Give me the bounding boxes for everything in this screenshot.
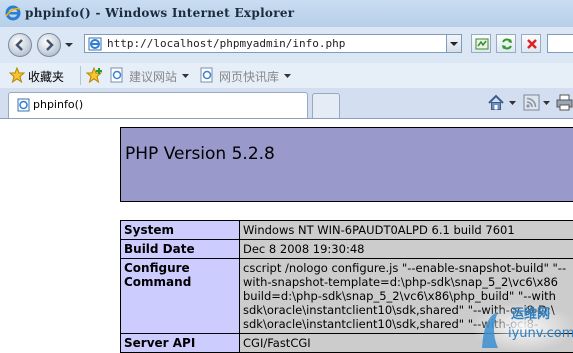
chevron-down-icon bbox=[447, 35, 461, 52]
row-value: Windows NT WIN-6PAUDT0ALPD 6.1 build 760… bbox=[240, 221, 573, 240]
back-arrow-icon bbox=[13, 38, 27, 52]
tab-phpinfo[interactable]: phpinfo() bbox=[8, 92, 308, 118]
title-bar: phpinfo() - Windows Internet Explorer bbox=[0, 0, 573, 27]
address-url: http://localhost/phpmyadmin/info.php bbox=[107, 37, 345, 50]
table-row: Build Date Dec 8 2008 19:30:48 bbox=[121, 240, 573, 259]
home-icon[interactable] bbox=[487, 94, 505, 112]
refresh-icon bbox=[500, 37, 514, 51]
watermark-url: iyunv.com bbox=[508, 326, 573, 341]
forward-button[interactable] bbox=[37, 33, 61, 57]
divider bbox=[80, 66, 81, 85]
search-input[interactable] bbox=[547, 34, 573, 53]
address-bar[interactable]: http://localhost/phpmyadmin/info.php bbox=[84, 34, 462, 53]
feeds-icon[interactable] bbox=[523, 94, 540, 111]
row-key: Server API bbox=[121, 334, 240, 353]
suggested-sites-icon bbox=[109, 67, 125, 83]
chevron-down-icon[interactable] bbox=[543, 101, 550, 106]
table-row: System Windows NT WIN-6PAUDT0ALPD 6.1 bu… bbox=[121, 221, 573, 240]
php-header: PHP Version 5.2.8 bbox=[120, 127, 573, 202]
php-version-title: PHP Version 5.2.8 bbox=[125, 144, 275, 164]
web-slice-gallery-icon bbox=[199, 67, 215, 83]
add-to-favorites-icon[interactable] bbox=[86, 67, 104, 83]
page-icon bbox=[17, 98, 30, 112]
tab-label: phpinfo() bbox=[33, 98, 83, 111]
address-dropdown-button[interactable] bbox=[446, 34, 462, 53]
row-key: System bbox=[121, 221, 240, 240]
chevron-down-icon[interactable] bbox=[509, 101, 516, 106]
new-tab-button[interactable] bbox=[312, 93, 340, 118]
forward-arrow-icon bbox=[42, 38, 56, 52]
compatibility-view-button[interactable] bbox=[471, 34, 491, 53]
page-icon bbox=[88, 37, 102, 51]
chevron-down-icon[interactable] bbox=[182, 74, 189, 79]
row-value: Dec 8 2008 19:30:48 bbox=[240, 240, 573, 259]
stop-x-icon bbox=[525, 37, 539, 51]
window-title: phpinfo() - Windows Internet Explorer bbox=[25, 6, 294, 20]
compatibility-view-icon bbox=[475, 37, 489, 51]
favorites-bar: 收藏夹 建议网站 网页快讯库 bbox=[0, 63, 573, 89]
favorites-star-icon bbox=[9, 67, 25, 83]
suggested-sites-link[interactable]: 建议网站 bbox=[129, 68, 177, 85]
watermark-text: 运维网 bbox=[511, 303, 550, 322]
tab-bar: phpinfo() bbox=[0, 88, 573, 118]
web-slice-gallery-link[interactable]: 网页快讯库 bbox=[219, 68, 279, 85]
refresh-button[interactable] bbox=[496, 34, 516, 53]
chevron-down-icon[interactable] bbox=[284, 74, 291, 79]
stop-button[interactable] bbox=[521, 34, 541, 53]
row-key: Build Date bbox=[121, 240, 240, 259]
favorites-button[interactable]: 收藏夹 bbox=[28, 68, 64, 85]
back-button[interactable] bbox=[8, 33, 32, 57]
row-key: Configure Command bbox=[121, 259, 240, 334]
print-icon[interactable] bbox=[556, 94, 573, 111]
ie-logo-icon bbox=[5, 5, 21, 21]
recent-pages-dropdown-icon[interactable] bbox=[65, 41, 73, 49]
